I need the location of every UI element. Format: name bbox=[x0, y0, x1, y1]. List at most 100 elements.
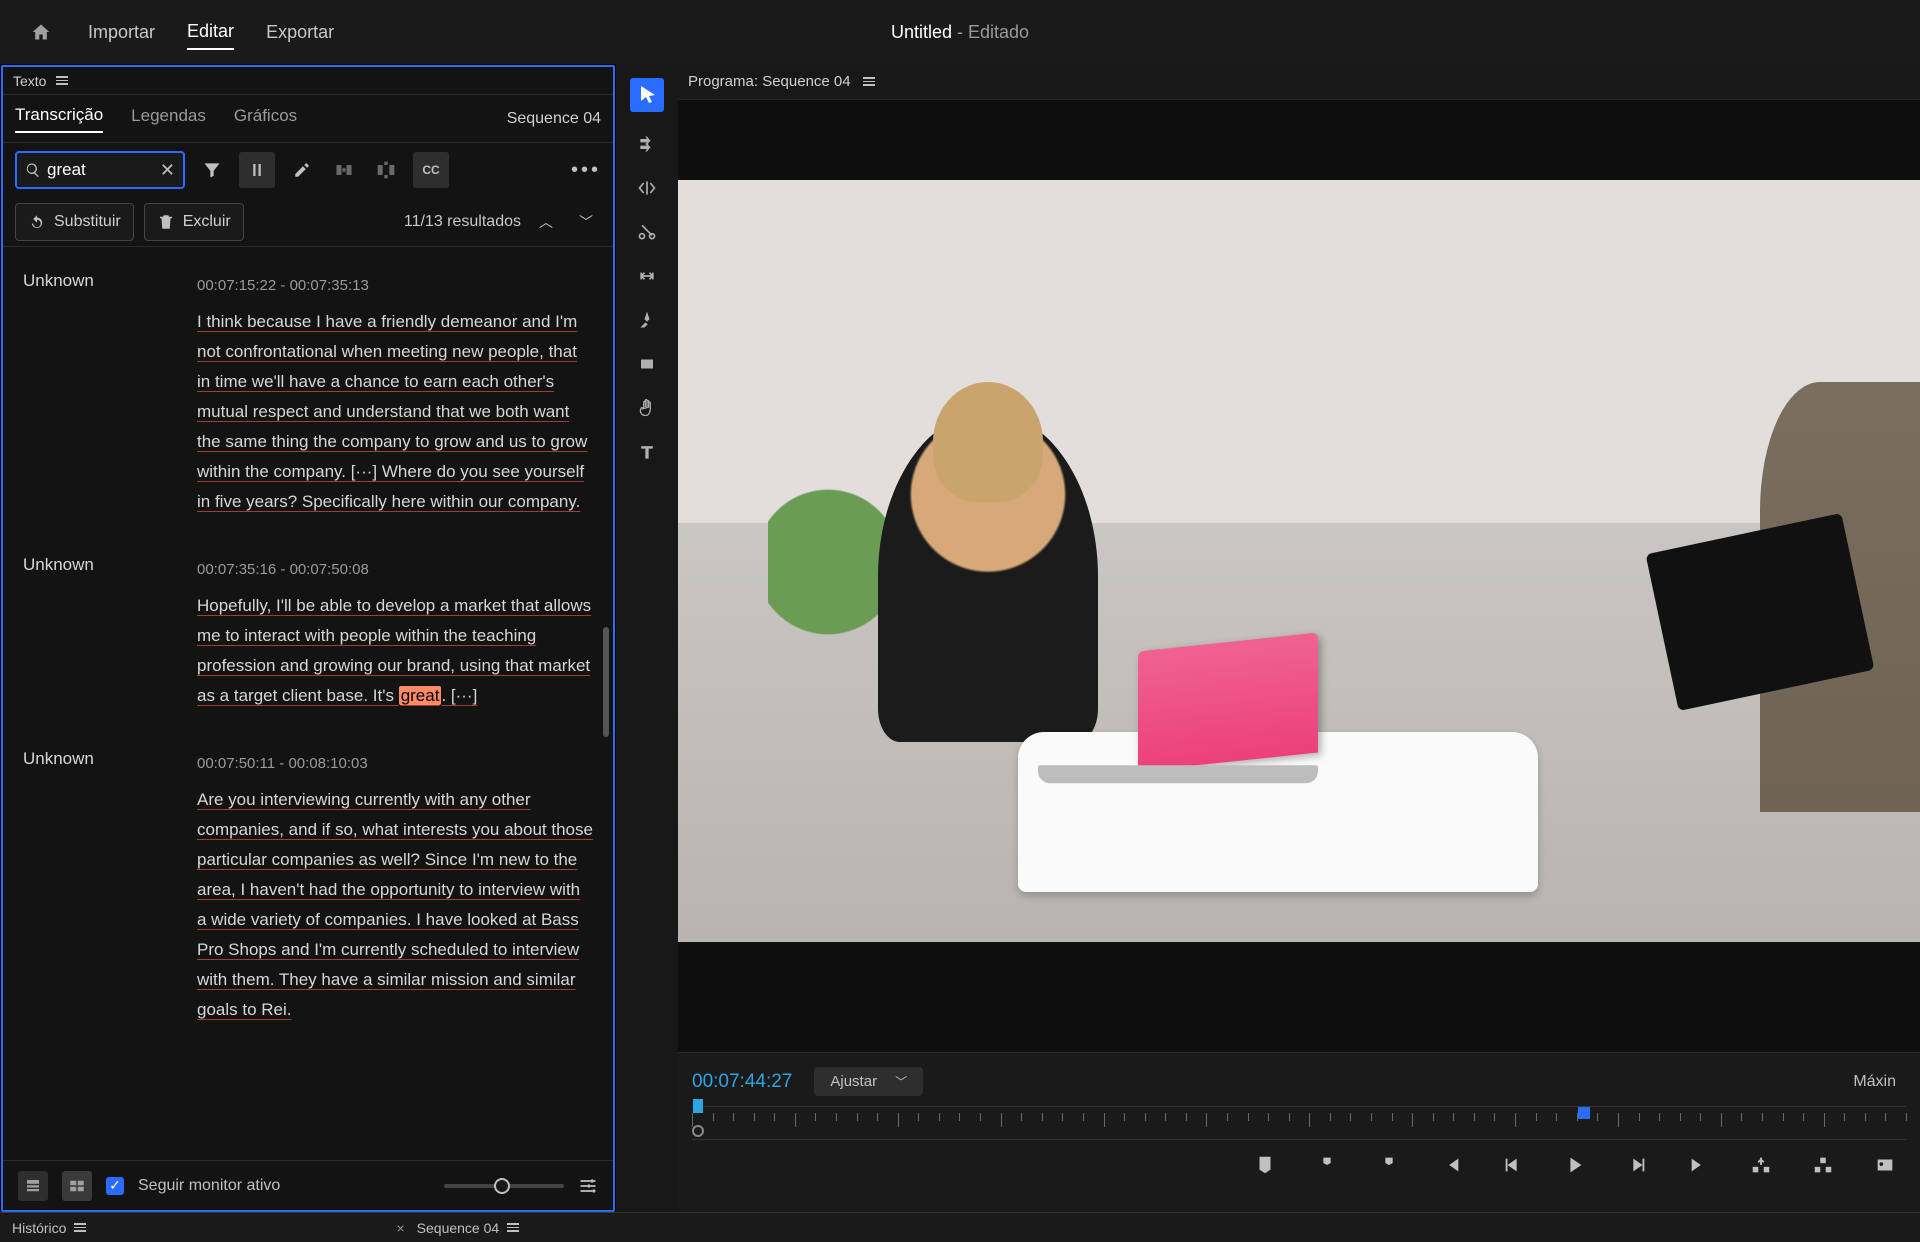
project-title: Untitled - Editado bbox=[891, 22, 1029, 43]
panel-menu-icon[interactable] bbox=[74, 1223, 86, 1232]
follow-monitor-checkbox[interactable]: ✓ bbox=[106, 1177, 124, 1195]
tab-edit[interactable]: Editar bbox=[187, 15, 234, 50]
pen-tool-icon[interactable] bbox=[635, 308, 659, 332]
panel-tabbar[interactable]: Texto bbox=[3, 67, 613, 95]
history-panel-tab[interactable]: Histórico bbox=[12, 1220, 86, 1236]
transport-controls bbox=[678, 1140, 1920, 1176]
type-tool-icon[interactable] bbox=[635, 440, 659, 464]
prev-result-icon[interactable]: ︿ bbox=[531, 212, 561, 232]
tab-import[interactable]: Importar bbox=[88, 16, 155, 49]
search-input[interactable] bbox=[47, 160, 154, 180]
step-forward-icon[interactable] bbox=[1626, 1154, 1648, 1176]
selection-tool-icon[interactable] bbox=[630, 78, 664, 112]
play-icon[interactable] bbox=[1564, 1154, 1586, 1176]
cc-toggle-icon[interactable]: CC bbox=[413, 152, 449, 188]
home-icon[interactable] bbox=[26, 17, 56, 47]
tab-export[interactable]: Exportar bbox=[266, 16, 334, 49]
scrollbar-thumb[interactable] bbox=[603, 627, 609, 737]
program-monitor-label: Programa: Sequence 04 bbox=[688, 73, 851, 90]
zoom-slider[interactable] bbox=[444, 1184, 564, 1188]
segment-text[interactable]: Are you interviewing currently with any … bbox=[197, 790, 593, 1019]
scene-laptop bbox=[1138, 633, 1318, 772]
add-marker-icon[interactable] bbox=[1254, 1154, 1276, 1176]
bottom-panel-tabs: Histórico × Sequence 04 bbox=[0, 1212, 1920, 1242]
video-frame bbox=[678, 180, 1920, 942]
transcript-list[interactable]: Unknown 00:07:15:22 - 00:07:35:13 I thin… bbox=[3, 247, 613, 1160]
export-frame-icon[interactable] bbox=[1874, 1154, 1896, 1176]
mark-in-icon[interactable] bbox=[1316, 1154, 1338, 1176]
search-box[interactable]: ✕ bbox=[15, 151, 185, 189]
segment-text-post: . [···] bbox=[441, 686, 477, 705]
tool-strip bbox=[616, 64, 678, 1212]
quality-label[interactable]: Máxin bbox=[1853, 1073, 1896, 1091]
sequence-panel-tab[interactable]: × Sequence 04 bbox=[396, 1220, 519, 1236]
tab-captions[interactable]: Legendas bbox=[131, 106, 206, 132]
replace-button-label: Substituir bbox=[54, 213, 121, 231]
filter-icon[interactable] bbox=[197, 155, 227, 185]
text-panel: Texto Transcrição Legendas Gráficos Sequ… bbox=[1, 65, 615, 1212]
sequence-panel-label: Sequence 04 bbox=[417, 1220, 500, 1236]
slip-tool-icon[interactable] bbox=[635, 264, 659, 288]
rectangle-tool-icon[interactable] bbox=[635, 352, 659, 376]
settings-sliders-icon[interactable] bbox=[578, 1176, 598, 1196]
zoom-fit-dropdown[interactable]: Ajustar ﹀ bbox=[814, 1067, 923, 1096]
playhead-indicator[interactable] bbox=[693, 1099, 703, 1113]
segment-text[interactable]: I think because I have a friendly demean… bbox=[197, 312, 587, 511]
transcript-segment[interactable]: Unknown 00:07:35:16 - 00:07:50:08 Hopefu… bbox=[23, 541, 593, 735]
hand-tool-icon[interactable] bbox=[635, 396, 659, 420]
tab-graphics[interactable]: Gráficos bbox=[234, 106, 297, 132]
zoom-handle-left[interactable] bbox=[692, 1125, 704, 1137]
more-options-icon[interactable]: ••• bbox=[571, 155, 601, 185]
replace-button[interactable]: Substituir bbox=[15, 203, 134, 241]
segment-text[interactable]: Hopefully, I'll be able to develop a mar… bbox=[197, 596, 591, 705]
close-icon[interactable]: × bbox=[396, 1220, 404, 1236]
segment-timecode: 00:07:35:16 - 00:07:50:08 bbox=[197, 555, 593, 585]
chevron-down-icon: ﹀ bbox=[895, 1073, 907, 1090]
clear-search-icon[interactable]: ✕ bbox=[160, 160, 175, 181]
merge-segments-icon[interactable] bbox=[329, 155, 359, 185]
scene-person-left bbox=[878, 412, 1098, 742]
panel-menu-icon[interactable] bbox=[56, 76, 68, 85]
edit-pencil-icon[interactable] bbox=[287, 155, 317, 185]
view-mode-b-icon[interactable] bbox=[62, 1171, 92, 1201]
segment-timecode: 00:07:50:11 - 00:08:10:03 bbox=[197, 749, 593, 779]
search-icon bbox=[25, 162, 41, 178]
project-title-suffix: - Editado bbox=[952, 22, 1029, 42]
panel-name: Texto bbox=[13, 73, 46, 89]
pause-segment-icon[interactable] bbox=[239, 152, 275, 188]
program-menu-icon[interactable] bbox=[863, 77, 875, 86]
segment-speaker: Unknown bbox=[23, 555, 183, 711]
time-ruler[interactable] bbox=[692, 1106, 1906, 1140]
segment-speaker: Unknown bbox=[23, 271, 183, 517]
program-monitor-viewport[interactable] bbox=[678, 100, 1920, 1052]
panel-menu-icon[interactable] bbox=[507, 1223, 519, 1232]
track-select-forward-icon[interactable] bbox=[635, 132, 659, 156]
lift-icon[interactable] bbox=[1750, 1154, 1772, 1176]
razor-tool-icon[interactable] bbox=[635, 220, 659, 244]
delete-button-label: Excluir bbox=[183, 213, 231, 231]
zoom-slider-knob[interactable] bbox=[494, 1178, 510, 1194]
program-monitor-header[interactable]: Programa: Sequence 04 bbox=[678, 64, 1920, 100]
segment-text-pre: Hopefully, I'll be able to develop a mar… bbox=[197, 596, 591, 705]
split-segment-icon[interactable] bbox=[371, 155, 401, 185]
tab-transcription[interactable]: Transcrição bbox=[15, 105, 103, 133]
scene-plant bbox=[768, 432, 888, 692]
extract-icon[interactable] bbox=[1812, 1154, 1834, 1176]
segment-speaker: Unknown bbox=[23, 749, 183, 1025]
segment-timecode: 00:07:15:22 - 00:07:35:13 bbox=[197, 271, 593, 301]
go-to-out-icon[interactable] bbox=[1688, 1154, 1710, 1176]
ripple-edit-tool-icon[interactable] bbox=[635, 176, 659, 200]
program-monitor-panel: Programa: Sequence 04 00:07:44:27 Ajusta… bbox=[678, 64, 1920, 1212]
go-to-in-icon[interactable] bbox=[1440, 1154, 1462, 1176]
transcript-segment[interactable]: Unknown 00:07:15:22 - 00:07:35:13 I thin… bbox=[23, 257, 593, 541]
playhead-timecode[interactable]: 00:07:44:27 bbox=[692, 1071, 792, 1093]
active-sequence-label: Sequence 04 bbox=[507, 110, 601, 128]
project-title-name: Untitled bbox=[891, 22, 952, 42]
mark-out-icon[interactable] bbox=[1378, 1154, 1400, 1176]
in-out-marker[interactable] bbox=[1578, 1107, 1590, 1119]
transcript-segment[interactable]: Unknown 00:07:50:11 - 00:08:10:03 Are yo… bbox=[23, 735, 593, 1049]
next-result-icon[interactable]: ﹀ bbox=[571, 212, 601, 232]
delete-button[interactable]: Excluir bbox=[144, 203, 244, 241]
view-mode-a-icon[interactable] bbox=[18, 1171, 48, 1201]
step-back-icon[interactable] bbox=[1502, 1154, 1524, 1176]
